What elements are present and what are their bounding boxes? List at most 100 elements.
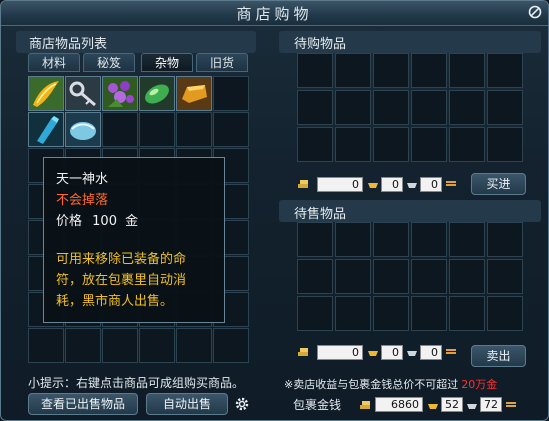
gold-ingot-item-icon[interactable]	[177, 77, 211, 110]
shop-window: 商店购物 商店物品列表 材料 秘笈 杂物 旧货 天一神水 不会掉落 价格 100…	[0, 0, 549, 421]
sell-item-slot[interactable]	[335, 259, 371, 294]
sell-item-slot[interactable]	[487, 259, 523, 294]
sell-item-slot[interactable]	[449, 296, 485, 331]
buy-title: 待购物品	[294, 37, 347, 52]
buy-item-slot[interactable]	[449, 127, 485, 162]
tab-used-goods[interactable]: 旧货	[196, 53, 248, 72]
silver-key-item-icon[interactable]	[66, 77, 100, 110]
buy-gold-field: 0	[317, 177, 363, 192]
buy-item-slot[interactable]	[411, 90, 447, 125]
wallet-silver-field: 52	[441, 397, 463, 412]
green-jade-item-icon[interactable]	[140, 77, 174, 110]
limit-notice: ※卖店收益与包裹金钱总价不可超过 20万金	[284, 376, 497, 392]
wallet-copper-field: 72	[480, 397, 502, 412]
tooltip-description-line-2: 符，放在包裹里自动消	[56, 273, 187, 288]
coin-stack-icon	[298, 180, 308, 188]
copper-coin-icon	[446, 181, 456, 186]
buy-item-slot[interactable]	[335, 53, 371, 88]
title-bar[interactable]: 商店购物	[1, 1, 548, 26]
buy-item-slot[interactable]	[297, 53, 333, 88]
buy-item-slot[interactable]	[411, 127, 447, 162]
shop-item-slot[interactable]	[102, 112, 138, 147]
copper-coin-icon	[446, 349, 456, 354]
auto-sell-button[interactable]: 自动出售	[146, 393, 228, 415]
shop-item-slot[interactable]	[213, 328, 249, 363]
shop-item-slot[interactable]	[176, 112, 212, 147]
sell-gold-field: 0	[317, 345, 363, 360]
close-icon[interactable]	[528, 5, 542, 19]
buy-item-slot[interactable]	[487, 127, 523, 162]
sell-title: 待售物品	[294, 207, 347, 222]
sell-item-slot[interactable]	[373, 296, 409, 331]
shop-item-slot[interactable]	[28, 328, 64, 363]
tab-misc[interactable]: 杂物	[141, 53, 193, 72]
buy-item-slot[interactable]	[449, 53, 485, 88]
shop-item-slot[interactable]	[176, 328, 212, 363]
sell-item-slot[interactable]	[297, 296, 333, 331]
sell-item-slot[interactable]	[335, 296, 371, 331]
buy-item-slot[interactable]	[373, 53, 409, 88]
window-title: 商店购物	[236, 5, 313, 23]
sell-copper-field: 0	[420, 345, 442, 360]
shop-item-slot[interactable]	[65, 328, 101, 363]
shop-item-slot[interactable]	[213, 112, 249, 147]
hint-text: 小提示：右键点击商品可成组购买商品。	[28, 376, 245, 390]
shop-item-slot[interactable]	[213, 76, 249, 111]
sell-silver-field: 0	[381, 345, 403, 360]
tooltip-price-label: 价格	[56, 214, 83, 229]
item-tooltip: 天一神水 不会掉落 价格 100 金 可用来移除已装备的命 符，放在包裹里自动消…	[43, 157, 225, 323]
limit-notice-text: ※卖店收益与包裹金钱总价不可超过	[284, 378, 459, 391]
sell-item-slot[interactable]	[449, 222, 485, 257]
tooltip-drop-status: 不会掉落	[56, 193, 109, 208]
buy-item-slot[interactable]	[449, 90, 485, 125]
sell-item-slot[interactable]	[487, 296, 523, 331]
buy-item-slot[interactable]	[373, 127, 409, 162]
buy-item-slot[interactable]	[487, 90, 523, 125]
buy-item-slot[interactable]	[335, 90, 371, 125]
buy-item-slot[interactable]	[411, 53, 447, 88]
tab-materials[interactable]: 材料	[28, 53, 80, 72]
view-sold-items-button[interactable]: 查看已出售物品	[28, 393, 138, 415]
buy-button[interactable]: 买进	[471, 173, 526, 195]
gear-icon[interactable]	[234, 396, 250, 412]
sell-item-slot[interactable]	[373, 222, 409, 257]
shop-item-slot[interactable]	[139, 328, 175, 363]
copper-coin-icon	[506, 402, 516, 407]
purple-flower-item-icon[interactable]	[103, 77, 137, 110]
tooltip-description-line-3: 耗，黑市商人出售。	[56, 294, 174, 309]
buy-item-grid	[297, 53, 525, 164]
sell-item-slot[interactable]	[335, 222, 371, 257]
buy-item-slot[interactable]	[335, 127, 371, 162]
coin-stack-icon	[360, 401, 370, 409]
buy-item-slot[interactable]	[487, 53, 523, 88]
buy-total-row: 0 0 0	[297, 177, 467, 193]
shop-item-slot[interactable]	[102, 328, 138, 363]
sell-total-row: 0 0 0	[297, 345, 467, 361]
sell-item-slot[interactable]	[297, 222, 333, 257]
sell-item-slot[interactable]	[449, 259, 485, 294]
golden-feather-item-icon[interactable]	[29, 77, 63, 110]
tooltip-price: 价格 100 金	[56, 210, 138, 229]
sell-item-slot[interactable]	[411, 222, 447, 257]
sell-item-slot[interactable]	[487, 222, 523, 257]
buy-item-slot[interactable]	[297, 127, 333, 162]
sell-item-slot[interactable]	[411, 296, 447, 331]
shop-item-slot[interactable]	[139, 112, 175, 147]
wallet-gold-field: 6860	[375, 397, 423, 412]
sell-item-slot[interactable]	[411, 259, 447, 294]
water-bowl-item-icon[interactable]	[66, 113, 100, 146]
sell-item-slot[interactable]	[297, 259, 333, 294]
sell-button[interactable]: 卖出	[471, 345, 526, 367]
buy-item-slot[interactable]	[297, 90, 333, 125]
tooltip-item-name: 天一神水	[56, 172, 109, 187]
sell-item-grid	[297, 222, 525, 333]
tooltip-price-value: 100	[92, 214, 117, 229]
sell-item-slot[interactable]	[373, 259, 409, 294]
silver-ingot-icon	[467, 404, 477, 409]
tooltip-description-line-1: 可用来移除已装备的命	[56, 252, 187, 267]
water-vial-item-icon[interactable]	[29, 113, 63, 146]
buy-copper-field: 0	[420, 177, 442, 192]
buy-silver-field: 0	[381, 177, 403, 192]
tab-secret-books[interactable]: 秘笈	[83, 53, 135, 72]
buy-item-slot[interactable]	[373, 90, 409, 125]
